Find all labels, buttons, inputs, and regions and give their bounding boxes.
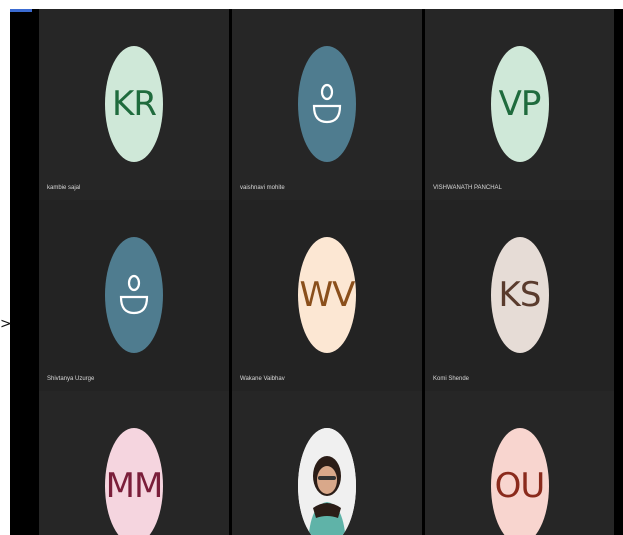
participant-tile[interactable]: WV Wakane Vaibhav <box>232 200 422 391</box>
avatar: WV <box>298 237 356 353</box>
participant-tile[interactable]: MM <box>39 391 229 535</box>
profile-photo-icon <box>298 428 356 535</box>
avatar: KR <box>105 46 163 162</box>
participant-name: vaishnavi mohite <box>240 185 285 191</box>
participant-tile[interactable]: vaishnavi mohite <box>232 9 422 200</box>
participant-tile[interactable]: OU <box>425 391 614 535</box>
avatar-initials: KR <box>112 84 157 124</box>
participant-name: VISHWANATH PANCHAL <box>433 185 502 191</box>
avatar: VP <box>490 46 549 162</box>
video-grid-screen: KR kambie sajal vaishnavi mohite VP VISH… <box>10 9 623 535</box>
participant-tile[interactable]: VP VISHWANATH PANCHAL <box>425 9 614 200</box>
participant-grid: KR kambie sajal vaishnavi mohite VP VISH… <box>39 9 614 535</box>
participant-tile[interactable]: KR kambie sajal <box>39 9 229 200</box>
avatar-initials: MM <box>105 466 164 506</box>
next-page-arrow[interactable]: > <box>0 316 12 332</box>
avatar-photo <box>298 428 356 535</box>
avatar-initials: KS <box>498 275 542 315</box>
avatar <box>298 46 356 162</box>
participant-name: Komi Shende <box>433 376 470 382</box>
window-corner-accent <box>10 9 32 12</box>
avatar-initials: WV <box>299 275 356 315</box>
person-icon <box>119 274 149 315</box>
participant-name: Shivtanya Uzurge <box>47 376 95 382</box>
participant-name: Wakane Vaibhav <box>240 376 285 382</box>
avatar: OU <box>490 428 549 535</box>
participant-name: kambie sajal <box>47 185 81 191</box>
participant-tile[interactable]: KS Komi Shende <box>425 200 614 391</box>
person-icon <box>312 83 342 124</box>
participant-tile[interactable]: Shivtanya Uzurge <box>39 200 229 391</box>
avatar-initials: VP <box>498 84 542 124</box>
avatar: KS <box>490 237 549 353</box>
avatar: MM <box>105 428 163 535</box>
participant-tile[interactable] <box>232 391 422 535</box>
avatar-initials: OU <box>494 466 546 506</box>
avatar <box>105 237 163 353</box>
